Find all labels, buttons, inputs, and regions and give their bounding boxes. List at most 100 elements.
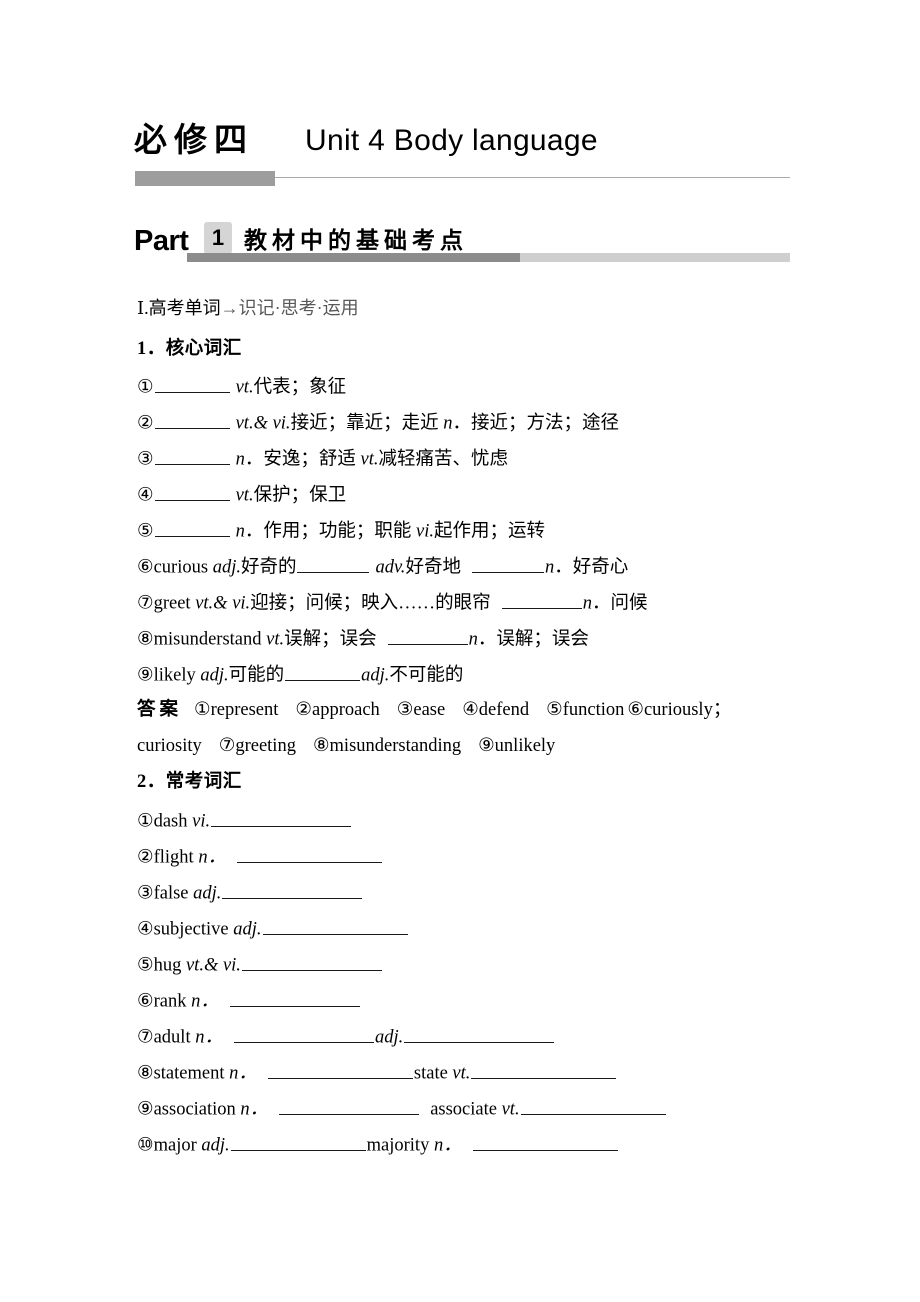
answer-blank[interactable] [267, 1060, 413, 1079]
answer-blank[interactable] [285, 662, 361, 681]
answer-blank[interactable] [241, 952, 382, 971]
item-body-pos-3: n [544, 557, 555, 578]
item-body-pos-2: vt. [360, 449, 379, 470]
section-roman-title-black: .高考单词 [144, 298, 221, 318]
answer-blank[interactable] [154, 374, 230, 393]
answer-blank[interactable] [222, 880, 363, 899]
item-body-text: 保护；保卫 [253, 485, 347, 506]
item-word: misunderstand [153, 629, 267, 650]
item-body-pos: adj. [200, 665, 229, 686]
answer-blank[interactable] [404, 1024, 555, 1043]
answer-blank[interactable] [501, 590, 582, 609]
item-number: ⑥ [137, 557, 154, 578]
item-pos: adj. [233, 919, 262, 940]
item-body-text-2: ．误解；误会 [477, 629, 589, 650]
part-rule-dark [187, 253, 520, 262]
answer-blank[interactable] [471, 554, 544, 573]
answer-blank[interactable] [211, 808, 352, 827]
item-word: false [153, 883, 189, 904]
item-body-pos-2: n [468, 629, 478, 650]
item-pos: adj. [193, 883, 222, 904]
item-body-text-3: ．好奇心 [554, 557, 629, 578]
answer-blank[interactable] [262, 916, 408, 935]
title-rule-dark [135, 171, 275, 186]
answer-entry: ③ease [396, 700, 446, 720]
item-pos-2: vt. [501, 1099, 520, 1120]
item-pos: n． [229, 1063, 257, 1084]
item-number: ① [137, 811, 154, 832]
answer-blank[interactable] [520, 1096, 666, 1115]
common-vocab-heading: 2．常考词汇 [137, 772, 242, 792]
answer-entry: ②approach [295, 700, 380, 720]
part-number-badge-label: 1 [211, 225, 225, 250]
answer-entry: curiosity [137, 736, 202, 756]
item-number: ③ [137, 449, 154, 470]
answer-entry: ⑥curiously； [627, 700, 732, 720]
book-title-row: 必修四 Unit 4 Body language [134, 118, 794, 176]
part-title-cn: 教材中的基础考点 [244, 227, 468, 253]
book-label: 必修四 [134, 121, 254, 158]
answer-blank[interactable] [230, 1132, 366, 1151]
item-body-pos: vt.& vi. [195, 593, 251, 614]
answer-blank[interactable] [387, 626, 468, 645]
item-word: adult [153, 1027, 191, 1048]
unit-title: Unit 4 Body language [305, 124, 598, 157]
item-number: ⑤ [137, 521, 154, 542]
core-vocab-item-5: ⑤ n．作用；功能；职能 vi.起作用；运转 [137, 518, 545, 544]
core-vocab-item-6: ⑥curious adj.好奇的 adv.好奇地 n．好奇心 [137, 554, 628, 580]
answer-blank[interactable] [279, 1096, 420, 1115]
answer-blank[interactable] [154, 518, 230, 537]
item-word: greet [153, 593, 196, 614]
core-vocab-heading: 1．核心词汇 [137, 339, 242, 359]
item-body-text-2: ．接近；方法；途径 [452, 413, 619, 434]
answer-blank[interactable] [154, 446, 230, 465]
document-page: 必修四 Unit 4 Body language Part 1 教材中的基础考点… [0, 0, 920, 1302]
answer-blank[interactable] [154, 482, 230, 501]
item-body-text-2: ．问候 [591, 593, 648, 614]
item-number: ⑨ [137, 665, 154, 686]
item-body-text: ．作用；功能；职能 [244, 521, 416, 542]
answer-blank[interactable] [297, 554, 370, 573]
item-pos: vt.& vi. [185, 955, 241, 976]
common-vocab-item-6: ⑥rank n． [137, 988, 361, 1014]
item-word-2: majority [366, 1135, 430, 1156]
item-body-text: 迎接；问候；映入……的眼帘 [250, 593, 491, 614]
item-body-pos-2: vi. [415, 521, 434, 542]
item-number: ④ [137, 919, 154, 940]
item-number: ⑥ [137, 991, 154, 1012]
item-word: curious [153, 557, 213, 578]
item-number: ② [137, 847, 154, 868]
item-word: hug [153, 955, 182, 976]
part-rule-light [520, 253, 790, 262]
item-number: ① [137, 377, 154, 398]
answer-entry: ⑨unlikely [478, 736, 556, 756]
item-pos: vi. [192, 811, 211, 832]
common-vocab-item-7: ⑦adult n． adj. [137, 1024, 555, 1050]
core-vocab-item-9: ⑨likely adj.可能的 adj.不可能的 [137, 662, 463, 688]
item-body-pos-2: adj. [361, 665, 390, 686]
item-body-text-2: 不可能的 [389, 665, 464, 686]
answer-blank[interactable] [154, 410, 230, 429]
part-number-badge: 1 [204, 222, 232, 254]
core-vocab-item-1: ① vt.代表；象征 [137, 374, 346, 400]
answer-blank[interactable] [229, 988, 360, 1007]
section-roman-title-gray: →识记·思考·运用 [220, 298, 359, 318]
answer-entry: ⑤function [546, 700, 625, 720]
item-body-pos-2: adv. [375, 557, 406, 578]
part-word: Part [134, 225, 189, 257]
item-pos-2: adj. [374, 1027, 404, 1048]
item-body-text-2: 起作用；运转 [433, 521, 545, 542]
common-vocab-item-4: ④subjective adj. [137, 916, 409, 942]
answer-blank[interactable] [472, 1132, 618, 1151]
common-vocab-item-10: ⑩major adj. majority n． [137, 1132, 619, 1158]
answer-entry: ⑦greeting [218, 736, 296, 756]
item-number: ⑦ [137, 1027, 154, 1048]
item-body-text: 可能的 [228, 665, 285, 686]
answer-blank[interactable] [233, 1024, 374, 1043]
item-body-text-2: 好奇地 [405, 557, 461, 578]
answer-blank[interactable] [237, 844, 383, 863]
item-word-2: state [413, 1063, 448, 1084]
core-vocab-item-8: ⑧misunderstand vt.误解；误会 n．误解；误会 [137, 626, 589, 652]
item-word: statement [153, 1063, 225, 1084]
answer-blank[interactable] [471, 1060, 617, 1079]
